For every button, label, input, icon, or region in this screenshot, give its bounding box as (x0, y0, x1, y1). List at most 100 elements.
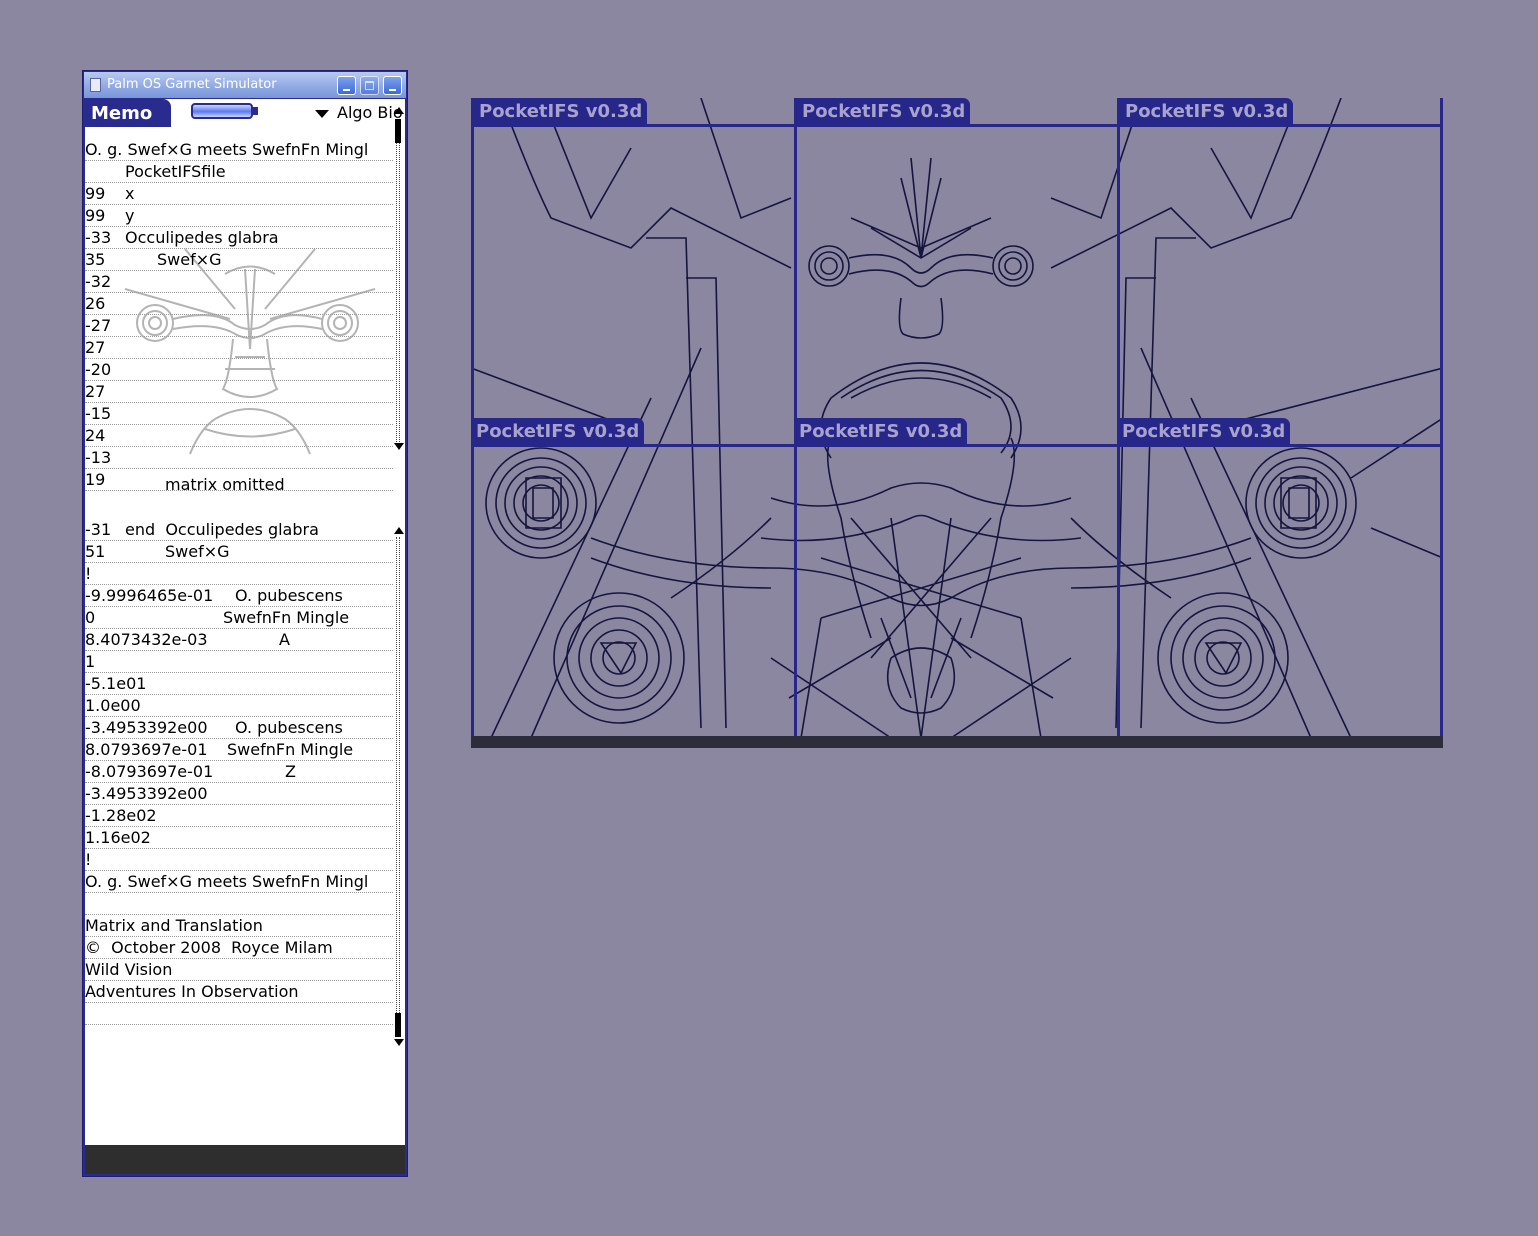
scroll-thumb[interactable] (395, 1013, 401, 1037)
memo-line[interactable]: 27 (85, 337, 393, 359)
memo-line-value: -8.0793697e-01 (85, 762, 214, 781)
memo-line-comment: Occulipedes glabra (125, 228, 279, 247)
memo-line-value: 1.16e02 (85, 828, 151, 847)
memo-line-comment: x (125, 184, 135, 203)
memo-line[interactable]: 8.4073432e-03 A (85, 629, 393, 651)
memo-line-comment: Swef×G (157, 250, 222, 269)
pane-title: PocketIFS v0.3d (794, 418, 968, 446)
scroll-up-arrow-icon[interactable] (394, 527, 404, 534)
memo-line-value: 99 (85, 206, 106, 225)
memo-line[interactable]: 99 x (85, 183, 393, 205)
memo-line[interactable]: O. g. Swef×G meets SwefnFn Mingl (85, 871, 393, 893)
simulator-titlebar[interactable]: Palm OS Garnet Simulator (84, 72, 406, 98)
memo-line[interactable]: 8.0793697e-01 SwefnFn Mingle (85, 739, 393, 761)
memo-line-comment: Z (285, 762, 296, 781)
pane-title-rule (794, 444, 1117, 447)
memo-line[interactable]: ! (85, 849, 393, 871)
memo-line[interactable]: -9.9996465e-01 O. pubescens (85, 585, 393, 607)
memo-line-value: -13 (85, 448, 112, 467)
pocketifs-pane-5[interactable]: PocketIFS v0.3d (794, 418, 1117, 738)
close-button[interactable] (383, 76, 402, 95)
pane-title: PocketIFS v0.3d (471, 418, 645, 446)
memo-line[interactable]: © October 2008 Royce Milam (85, 937, 393, 959)
memo-line[interactable]: -1.28e02 (85, 805, 393, 827)
memo-line[interactable]: 24 (85, 425, 393, 447)
category-dropdown[interactable]: Algo Bio (315, 103, 403, 122)
memo-line-comment: A (279, 630, 290, 649)
memo-line[interactable]: -13 (85, 447, 393, 469)
memo-line[interactable]: -32 (85, 271, 393, 293)
memo-line-comment: SwefnFn Mingle (227, 740, 354, 759)
pocketifs-pane-6[interactable]: PocketIFS v0.3d (1117, 418, 1440, 738)
memo-line[interactable]: -27 (85, 315, 393, 337)
memo-line-value: -9.9996465e-01 (85, 586, 214, 605)
simulator-footer (85, 1145, 405, 1174)
memo-line[interactable] (85, 893, 393, 915)
memo-line-value: -15 (85, 404, 112, 423)
memo-line-value: 24 (85, 426, 106, 445)
memo-line[interactable]: Wild Vision (85, 959, 393, 981)
minimize-button[interactable] (337, 76, 356, 95)
scroll-track[interactable] (396, 117, 400, 442)
memo-line[interactable]: 99 y (85, 205, 393, 227)
memo-line[interactable]: 0 SwefnFn Mingle (85, 607, 393, 629)
simulator-window: Palm OS Garnet Simulator Memo Algo Bio O… (82, 70, 408, 1177)
pane-bottom-toolbar (471, 736, 1443, 748)
memo-line-value: 27 (85, 382, 106, 401)
memo-line[interactable]: PocketIFSfile (85, 161, 393, 183)
memo-line[interactable]: 26 (85, 293, 393, 315)
dropdown-arrow-icon (315, 109, 329, 118)
memo-line[interactable]: -33 Occulipedes glabra (85, 227, 393, 249)
scroll-down-arrow-icon[interactable] (394, 443, 404, 450)
scroll-up-arrow-icon[interactable] (394, 107, 404, 114)
memo-line[interactable]: ! (85, 563, 393, 585)
memo-line-comment: SwefnFn Mingle (223, 608, 350, 627)
memo-line[interactable]: 35 Swef×G (85, 249, 393, 271)
top-scrollbar[interactable] (393, 107, 405, 452)
scroll-track[interactable] (396, 537, 400, 1037)
bottom-scrollbar[interactable] (393, 527, 405, 1047)
close-icon (389, 89, 396, 91)
battery-icon (191, 103, 253, 119)
memo-line-value: -5.1e01 (85, 674, 147, 693)
memo-line[interactable]: -31 end Occulipedes glabra (85, 519, 393, 541)
window-title: Palm OS Garnet Simulator (107, 77, 277, 92)
memo-line-comment: O. pubescens (235, 586, 343, 605)
memo-line[interactable]: -3.4953392e00 (85, 783, 393, 805)
scroll-down-arrow-icon[interactable] (394, 1039, 404, 1046)
pocketifs-pane-4[interactable]: PocketIFS v0.3d (471, 418, 794, 738)
memo-line[interactable]: O. g. Swef×G meets SwefnFn Mingl (85, 139, 393, 161)
memo-line-value: ! (85, 564, 92, 583)
memo-line-value: -3.4953392e00 (85, 784, 208, 803)
memo-line[interactable] (85, 1003, 393, 1025)
memo-line[interactable]: -5.1e01 (85, 673, 393, 695)
memo-line[interactable]: -20 (85, 359, 393, 381)
memo-line[interactable]: 1.0e00 (85, 695, 393, 717)
pane-title: PocketIFS v0.3d (797, 98, 971, 126)
memo-line[interactable]: 1 (85, 651, 393, 673)
memo-app-tab[interactable]: Memo (85, 99, 171, 127)
memo-line-comment: end Occulipedes glabra (125, 520, 319, 539)
memo-line-value: ! (85, 850, 92, 869)
memo-line-value: 27 (85, 338, 106, 357)
memo-line-value: O. g. Swef×G meets SwefnFn Mingl (85, 140, 369, 159)
pane-title-rule (1117, 444, 1440, 447)
memo-line-value: -27 (85, 316, 112, 335)
memo-line[interactable]: -8.0793697e-01 Z (85, 761, 393, 783)
memo-line-value: 8.0793697e-01 (85, 740, 208, 759)
memo-line[interactable]: 51 Swef×G (85, 541, 393, 563)
memo-line-value: Matrix and Translation (85, 916, 263, 935)
memo-line[interactable]: Adventures In Observation (85, 981, 393, 1003)
pane-title-rule (471, 444, 794, 447)
memo-line[interactable]: -15 (85, 403, 393, 425)
memo-line-value: © October 2008 Royce Milam (85, 938, 333, 957)
pane-title-rule (474, 124, 797, 127)
memo-line[interactable]: 1.16e02 (85, 827, 393, 849)
minimize-icon (343, 89, 350, 91)
memo-line[interactable]: Matrix and Translation (85, 915, 393, 937)
scroll-thumb[interactable] (395, 119, 401, 143)
memo-line[interactable]: -3.4953392e00 O. pubescens (85, 717, 393, 739)
memo-line[interactable]: 27 (85, 381, 393, 403)
memo-line-value: -3.4953392e00 (85, 718, 208, 737)
maximize-button[interactable] (360, 76, 379, 95)
